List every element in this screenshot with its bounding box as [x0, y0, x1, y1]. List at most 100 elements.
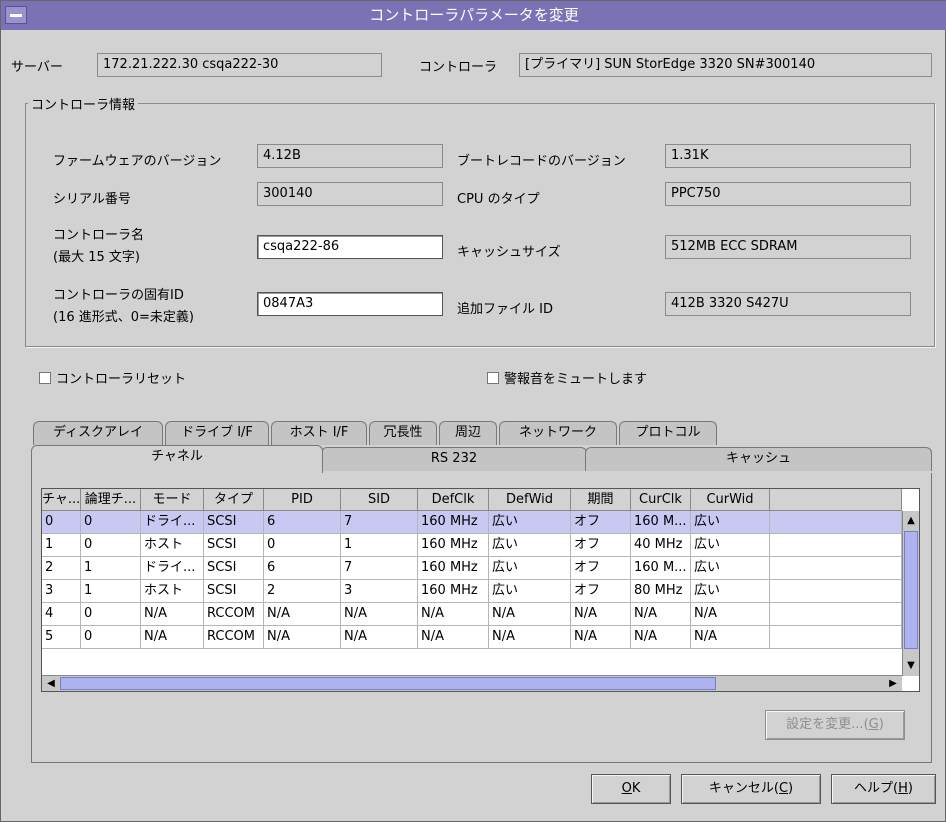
table-cell: N/A	[631, 626, 691, 649]
controller-field: [プライマリ] SUN StorEdge 3320 SN#300140	[519, 53, 932, 77]
tab-protocol[interactable]: プロトコル	[619, 421, 717, 445]
cancel-key: C	[778, 781, 789, 796]
column-header-sid[interactable]: SID	[341, 489, 418, 511]
table-cell	[770, 603, 902, 626]
help-button[interactable]: ヘルプ(H)	[831, 774, 936, 804]
tab-redundancy[interactable]: 冗長性	[369, 421, 437, 445]
table-cell: オフ	[571, 511, 631, 534]
column-header-defclk[interactable]: DefClk	[418, 489, 489, 511]
column-header-defwid[interactable]: DefWid	[489, 489, 571, 511]
table-cell: 6	[264, 511, 341, 534]
tab-drive-if[interactable]: ドライブ I/F	[165, 421, 269, 445]
table-cell	[770, 534, 902, 557]
table-cell: ドライ...	[141, 511, 204, 534]
vertical-scrollbar[interactable]: ▲ ▼	[902, 511, 919, 676]
column-header-mode[interactable]: モード	[141, 489, 204, 511]
ok-text: K	[631, 781, 641, 796]
scroll-left-icon[interactable]: ◀	[43, 676, 59, 691]
ok-button[interactable]: OK	[591, 774, 671, 804]
boot-record-version-field: 1.31K	[665, 144, 911, 168]
table-cell: 3	[42, 580, 81, 603]
table-cell: 1	[81, 580, 141, 603]
column-header-filler	[770, 489, 902, 511]
boot-record-version-label: ブートレコードのバージョン	[457, 154, 626, 169]
vertical-scroll-thumb[interactable]	[904, 531, 918, 649]
help-close: )	[907, 781, 913, 796]
table-cell: 0	[81, 603, 141, 626]
controller-name-label: コントローラ名	[53, 228, 145, 243]
tab-cache[interactable]: キャッシュ	[585, 447, 932, 471]
table-cell: N/A	[341, 626, 418, 649]
table-cell: 広い	[691, 534, 770, 557]
table-cell: N/A	[489, 626, 571, 649]
column-header-logical-channel[interactable]: 論理チ...	[81, 489, 141, 511]
column-header-curclk[interactable]: CurClk	[631, 489, 691, 511]
tab-network[interactable]: ネットワーク	[499, 421, 617, 445]
table-cell: 2	[264, 580, 341, 603]
table-cell: 160 M...	[631, 557, 691, 580]
mute-alarm-checkbox[interactable]	[487, 372, 499, 384]
file-id-field: 412B 3320 S427U	[665, 292, 911, 316]
table-cell: 1	[81, 557, 141, 580]
cache-size-label: キャッシュサイズ	[457, 245, 561, 260]
change-settings-close: )	[878, 717, 884, 732]
tab-peripheral[interactable]: 周辺	[439, 421, 497, 445]
table-cell: SCSI	[204, 511, 264, 534]
controller-name-input[interactable]: csqa222-86	[257, 235, 443, 259]
column-header-curwid[interactable]: CurWid	[691, 489, 770, 511]
help-key: H	[898, 781, 908, 796]
horizontal-scroll-thumb[interactable]	[60, 677, 716, 690]
unique-id-hint: (16 進形式、0=未定義)	[53, 310, 194, 325]
column-header-pid[interactable]: PID	[264, 489, 341, 511]
table-cell: 160 MHz	[418, 511, 489, 534]
firmware-version-label: ファームウェアのバージョン	[53, 154, 222, 169]
mute-alarm-label: 警報音をミュートします	[504, 372, 648, 387]
table-cell: 160 MHz	[418, 580, 489, 603]
controller-reset-label: コントローラリセット	[56, 372, 187, 387]
table-cell	[770, 511, 902, 534]
horizontal-scrollbar[interactable]: ◀ ▶	[42, 675, 902, 691]
column-header-period[interactable]: 期間	[571, 489, 631, 511]
table-cell: 広い	[691, 511, 770, 534]
table-cell: 2	[42, 557, 81, 580]
table-cell: 1	[42, 534, 81, 557]
table-cell: N/A	[418, 626, 489, 649]
scroll-right-icon[interactable]: ▶	[885, 676, 901, 691]
table-cell	[770, 580, 902, 603]
controller-reset-checkbox[interactable]	[39, 372, 51, 384]
table-cell: 0	[264, 534, 341, 557]
change-settings-text: 設定を変更...(	[786, 717, 869, 732]
table-cell: オフ	[571, 580, 631, 603]
table-cell: 0	[81, 534, 141, 557]
table-cell: N/A	[489, 603, 571, 626]
tab-rs232[interactable]: RS 232	[321, 447, 587, 471]
server-label: サーバー	[11, 60, 63, 75]
tab-host-if[interactable]: ホスト I/F	[271, 421, 367, 445]
table-cell: N/A	[264, 626, 341, 649]
window-menu-icon[interactable]	[5, 6, 27, 24]
table-cell: SCSI	[204, 580, 264, 603]
unique-id-label: コントローラの固有ID	[53, 288, 184, 303]
table-cell: N/A	[141, 603, 204, 626]
tab-disk-array[interactable]: ディスクアレイ	[33, 421, 163, 445]
column-header-channel[interactable]: チャ...	[42, 489, 81, 511]
table-cell: N/A	[571, 603, 631, 626]
tab-channel[interactable]: チャネル	[31, 445, 323, 473]
change-settings-button[interactable]: 設定を変更...(G)	[765, 710, 905, 740]
table-cell: SCSI	[204, 557, 264, 580]
table-cell: 広い	[691, 557, 770, 580]
help-text: ヘルプ(	[854, 781, 899, 796]
cancel-button[interactable]: キャンセル(C)	[681, 774, 821, 804]
cancel-text: キャンセル(	[708, 781, 779, 796]
scroll-down-icon[interactable]: ▼	[903, 658, 919, 674]
controller-label: コントローラ	[419, 60, 498, 75]
table-cell: N/A	[264, 603, 341, 626]
table-cell: 広い	[489, 511, 571, 534]
scroll-up-icon[interactable]: ▲	[903, 513, 919, 529]
unique-id-input[interactable]: 0847A3	[257, 292, 443, 316]
column-header-type[interactable]: タイプ	[204, 489, 264, 511]
cache-size-field: 512MB ECC SDRAM	[665, 235, 911, 259]
table-cell: オフ	[571, 534, 631, 557]
table-cell: 0	[81, 626, 141, 649]
table-cell: 0	[81, 511, 141, 534]
